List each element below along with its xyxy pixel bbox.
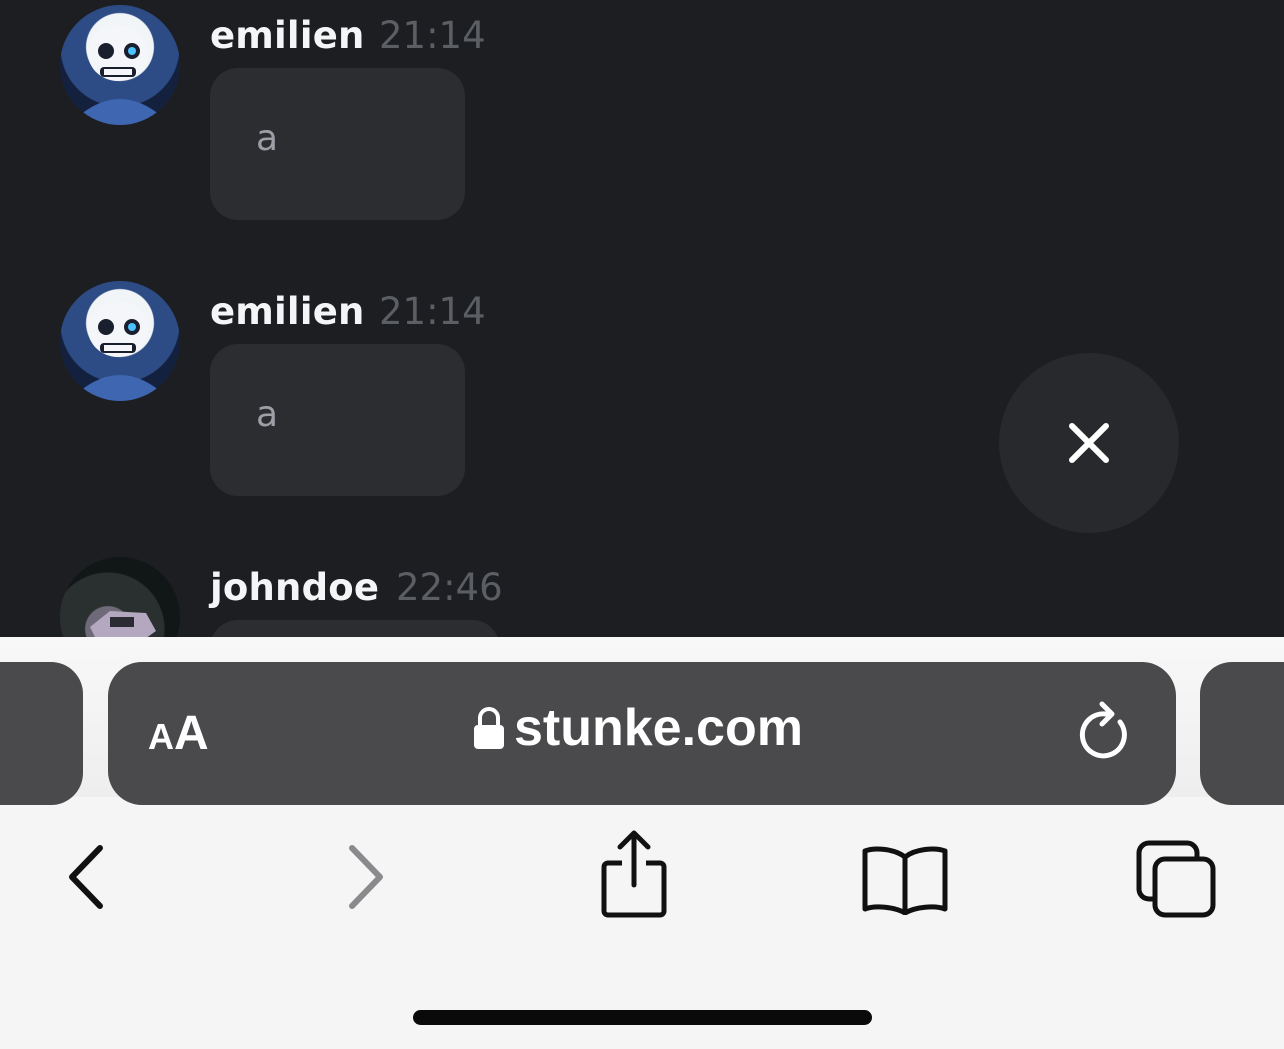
share-icon[interactable] xyxy=(598,829,670,919)
car-avatar-icon xyxy=(90,611,156,637)
browser-nav-bar xyxy=(0,827,1284,947)
message-timestamp: 22:46 xyxy=(396,566,503,609)
lock-icon xyxy=(474,707,504,749)
previous-tab-preview[interactable] xyxy=(0,662,83,805)
url-display[interactable]: stunke.com xyxy=(472,698,803,758)
text-size-big-a: A xyxy=(174,707,209,760)
chevron-right-icon[interactable] xyxy=(342,842,390,912)
message-bubble[interactable] xyxy=(210,620,500,637)
browser-toolbar: AA stunke.com xyxy=(0,637,1284,1049)
message-timestamp: 21:14 xyxy=(379,14,486,57)
message-author[interactable]: emilien xyxy=(210,14,365,57)
user-avatar[interactable] xyxy=(60,5,180,125)
reload-icon[interactable] xyxy=(1076,698,1136,764)
url-text: stunke.com xyxy=(514,699,803,757)
sans-avatar-icon xyxy=(80,301,160,401)
close-button[interactable] xyxy=(999,353,1179,533)
chat-view: emilien 21:14 a emilien 21:14 a johndoe … xyxy=(0,0,1284,637)
chevron-left-icon[interactable] xyxy=(62,842,110,912)
message-text: a xyxy=(256,118,279,159)
message-bubble[interactable]: a xyxy=(210,344,465,496)
sans-avatar-icon xyxy=(80,25,160,125)
home-indicator[interactable] xyxy=(413,1010,872,1025)
text-size-small-a: A xyxy=(148,716,174,757)
message-timestamp: 21:14 xyxy=(379,290,486,333)
tabs-icon[interactable] xyxy=(1135,839,1219,919)
message-author[interactable]: emilien xyxy=(210,290,365,333)
message-bubble[interactable]: a xyxy=(210,68,465,220)
user-avatar[interactable] xyxy=(60,557,180,637)
user-avatar[interactable] xyxy=(60,281,180,401)
message-author[interactable]: johndoe xyxy=(210,566,379,609)
text-size-button[interactable]: AA xyxy=(148,706,209,761)
next-tab-preview[interactable] xyxy=(1200,662,1284,805)
address-bar[interactable]: AA stunke.com xyxy=(108,662,1176,805)
message-text: a xyxy=(256,394,279,435)
book-icon[interactable] xyxy=(861,845,949,915)
close-icon xyxy=(1069,423,1109,463)
